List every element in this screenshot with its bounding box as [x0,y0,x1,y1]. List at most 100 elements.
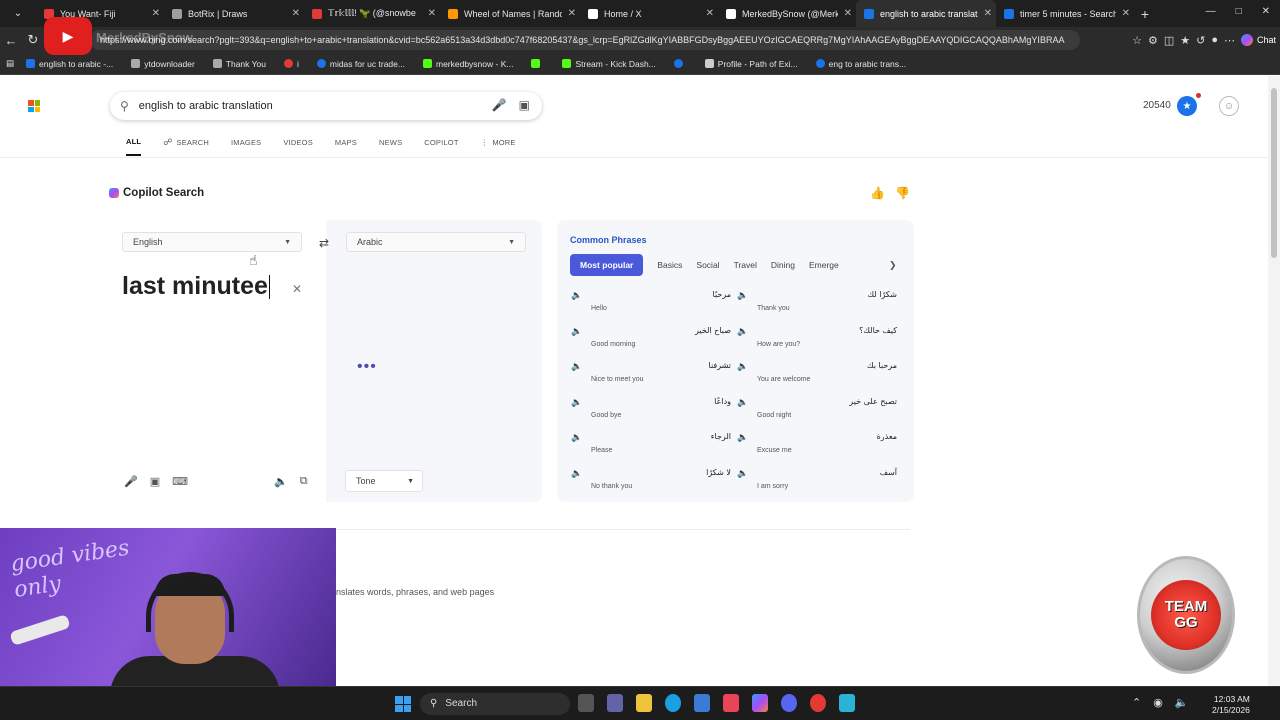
speaker-icon[interactable]: 🔈 [571,326,582,337]
history-icon[interactable]: ↺ [1196,34,1205,47]
scrollbar-thumb[interactable] [1271,88,1277,258]
split-screen-icon[interactable]: ◫ [1164,34,1174,47]
bookmark-item[interactable]: Stream - Kick Dash... [562,59,656,69]
tab-list-icon[interactable]: ⌄ [0,0,36,27]
chat-button[interactable]: Chat [1240,34,1276,46]
browser-tab[interactable]: BotRix | Draws ✕ [164,0,304,27]
rewards-points[interactable]: 20540 [1143,100,1171,111]
phrase-item[interactable]: 🔈 تصبح على خير Good night [737,395,903,431]
speaker-icon[interactable]: 🔈 [737,432,748,443]
phrase-item[interactable]: 🔈 مرحبًا Hello [571,288,737,324]
target-language-select[interactable]: Arabic ▼ [346,232,526,252]
extensions-icon[interactable]: ⚙ [1148,34,1158,47]
source-text-input[interactable]: last minutee [122,272,270,301]
swap-languages-icon[interactable]: ⇄ [319,236,329,250]
tab-maps[interactable]: MAPS [335,134,357,156]
taskbar-search[interactable]: ⚲ Search [420,693,570,715]
bookmark-item[interactable]: ytdownloader [131,59,195,69]
favorite-star-icon[interactable]: ☆ [1132,34,1142,47]
tab-close-icon[interactable]: ✕ [1122,8,1130,19]
phrase-item[interactable]: 🔈 آسف I am sorry [737,466,903,502]
tab-copilot[interactable]: COPILOT [424,134,458,156]
tab-close-icon[interactable]: ✕ [706,8,714,19]
start-menu-icon[interactable] [395,696,411,712]
phrase-item[interactable]: 🔈 مرحبا بك You are welcome [737,359,903,395]
tab-all[interactable]: ALL [126,134,142,156]
back-icon[interactable]: ← [0,29,22,51]
speaker-icon[interactable]: 🔈 [737,326,748,337]
tab-social[interactable]: Social [696,256,719,274]
tab-news[interactable]: NEWS [379,134,402,156]
minimize-icon[interactable]: — [1206,6,1216,17]
browser-tab-active[interactable]: english to arabic translation ✕ [856,0,996,27]
tab-search[interactable]: ☍ SEARCH [163,134,209,156]
rewards-trophy-icon[interactable]: ★ [1177,96,1197,116]
browser-tab[interactable]: timer 5 minutes - Search ✕ [996,0,1134,27]
maximize-icon[interactable]: □ [1236,6,1242,17]
chrome-icon[interactable] [810,694,826,712]
microsoft-logo-icon[interactable] [28,100,40,112]
discord-icon[interactable] [781,694,797,712]
camera-translate-icon[interactable]: ▣ [150,475,160,488]
tab-emergency[interactable]: Emerge [809,256,839,274]
phrase-item[interactable]: 🔈 الرجاء Please [571,430,737,466]
bookmark-item[interactable]: eng to arabic trans... [815,59,906,69]
phrase-item[interactable]: 🔈 لا شكرًا No thank you [571,466,737,502]
bookmark-item[interactable]: i [283,59,299,69]
speaker-icon[interactable]: 🔈 [737,290,748,301]
notepad-icon[interactable] [839,694,855,712]
tab-close-icon[interactable]: ✕ [152,8,160,19]
url-field[interactable]: https://www.bing.com/search?pglt=393&q=e… [90,30,1080,50]
tab-close-icon[interactable]: ✕ [292,8,300,19]
source-language-select[interactable]: English ▼ [122,232,302,252]
copilot-icon[interactable] [752,694,768,712]
speaker-icon[interactable]: 🔈 [737,397,748,408]
speaker-icon[interactable]: 🔈 [737,361,748,372]
refresh-icon[interactable]: ↻ [22,29,44,51]
tab-travel[interactable]: Travel [734,256,757,274]
tab-images[interactable]: IMAGES [231,134,261,156]
speaker-icon[interactable]: 🔈 [571,397,582,408]
network-icon[interactable]: ◉ [1153,696,1163,709]
chevron-up-icon[interactable]: ⌃ [1132,696,1141,709]
taskbar-clock[interactable]: 12:03 AM 2/15/2026 [1212,694,1250,716]
speaker-icon[interactable]: 🔈 [571,432,582,443]
clear-text-icon[interactable]: ✕ [292,282,302,296]
favorites-icon[interactable]: ★ [1180,34,1190,47]
new-tab-icon[interactable]: + [1134,6,1156,22]
phrase-item[interactable]: 🔈 تشرفنا Nice to meet you [571,359,737,395]
task-view-icon[interactable] [578,694,594,712]
phrase-item[interactable]: 🔈 معذرة Excuse me [737,430,903,466]
browser-tab[interactable]: Wheel of Names | Random n ✕ [440,0,580,27]
bookmark-item[interactable]: english to arabic -... [26,59,113,69]
page-scrollbar[interactable] [1268,76,1280,686]
bookmark-item[interactable]: Thank You [212,59,266,69]
speaker-icon[interactable]: 🔈 [274,475,288,488]
bookmark-item[interactable]: midas for uc trade... [316,59,405,69]
bookmarks-menu-icon[interactable]: ▤ [6,58,14,69]
thumbs-down-icon[interactable]: 👎 [895,186,910,200]
keyboard-icon[interactable]: ⌨ [172,475,188,488]
phrase-item[interactable]: 🔈 شكرًا لك Thank you [737,288,903,324]
app-icon[interactable] [723,694,739,712]
tab-videos[interactable]: VIDEOS [283,134,313,156]
copy-icon[interactable]: ⧉ [300,475,308,488]
tab-close-icon[interactable]: ✕ [428,8,436,19]
teams-icon[interactable] [607,694,623,712]
store-icon[interactable] [694,694,710,712]
microphone-icon[interactable]: 🎤 [492,98,507,112]
profile-icon[interactable]: ● [1211,34,1218,46]
edge-icon[interactable] [665,694,681,712]
phrase-item[interactable]: 🔈 كيف حالك؟ How are you? [737,324,903,360]
tone-select[interactable]: Tone ▼ [345,470,423,492]
browser-tab[interactable]: MerkedBySnow (@MerkedB ✕ [718,0,856,27]
bookmark-item[interactable] [673,59,687,68]
speaker-icon[interactable]: 🔈 [571,290,582,301]
phrase-item[interactable]: 🔈 صباح الخير Good morning [571,324,737,360]
close-window-icon[interactable]: ✕ [1262,6,1270,17]
search-input[interactable] [138,100,469,112]
speaker-icon[interactable]: 🔈 [737,468,748,479]
menu-icon[interactable]: ⋯ [1224,34,1235,47]
tab-dining[interactable]: Dining [771,256,795,274]
speaker-icon[interactable]: 🔈 [571,468,582,479]
